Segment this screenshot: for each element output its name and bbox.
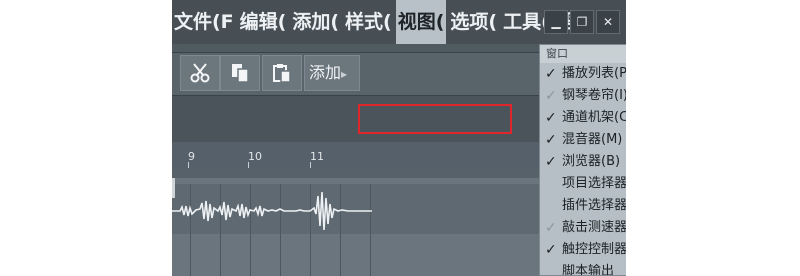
menu-item-browser[interactable]: ✓浏览器(B)Alt+F8 — [540, 151, 626, 173]
menu-item-mixer[interactable]: ✓混音器(M)F9 — [540, 129, 626, 151]
paste-button[interactable] — [262, 55, 302, 91]
checkmark-icon: ✓ — [545, 132, 557, 148]
menu-item-label: 钢琴卷帘(I) — [562, 88, 626, 103]
menu-item-label: 通道机架(C) — [562, 110, 626, 125]
paste-icon — [273, 64, 291, 83]
menu-item-label: 浏览器(B) — [562, 154, 621, 169]
menu-item-plugin-picker[interactable]: 插件选择器F8 — [540, 195, 626, 217]
maximize-button[interactable]: ❐ — [570, 10, 594, 34]
menu-item-label: 插件选择器 — [562, 198, 626, 213]
checkmark-icon: ✓ — [545, 154, 557, 170]
menu-item-project-picker[interactable]: 项目选择器Ctrl+F8 — [540, 173, 626, 195]
menu-item-label: 触控控制器 — [562, 242, 626, 257]
menu-item-tap-tempo[interactable]: ✓敲击测速器(T)Ctrl+F5 — [540, 217, 626, 239]
menu-add[interactable]: 添加( — [290, 0, 341, 44]
close-button[interactable]: ✕ — [596, 10, 620, 34]
ruler-tick-label: 9 — [188, 150, 195, 163]
ruler-tick-label: 11 — [310, 150, 324, 163]
menu-item-label: 混音器(M) — [562, 132, 623, 147]
fl-studio-window: 文件(F 编辑( 添加( 样式( 视图( 选项( 工具( 帮 ▁ ❐ ✕ — [172, 0, 626, 276]
menu-item-label: 播放列表(P) — [562, 66, 626, 81]
menu-patterns[interactable]: 样式( — [343, 0, 394, 44]
scissors-icon — [190, 63, 210, 83]
checkmark-icon: ✓ — [545, 242, 557, 258]
view-dropdown-menu: 窗口 ✓播放列表(P)F5✓钢琴卷帘(I)F7✓通道机架(C)F6✓混音器(M)… — [539, 44, 626, 276]
copy-icon — [232, 64, 249, 83]
audio-waveform — [172, 191, 372, 231]
add-button[interactable]: 添加▸ — [304, 55, 360, 91]
menu-item-label: 项目选择器 — [562, 176, 626, 191]
menu-item-channel-rack[interactable]: ✓通道机架(C)F6 — [540, 107, 626, 129]
add-arrow-icon: ▸ — [341, 67, 348, 81]
menu-file[interactable]: 文件(F — [172, 0, 236, 44]
menu-item-playlist[interactable]: ✓播放列表(P)F5 — [540, 63, 626, 85]
menu-item-touch-controller[interactable]: ✓触控控制器Alt+F7 — [540, 239, 626, 261]
checkmark-icon: ✓ — [545, 110, 557, 126]
menu-section-header: 窗口 — [540, 45, 626, 63]
ruler-tick-label: 10 — [248, 150, 262, 163]
copy-button[interactable] — [220, 55, 260, 91]
add-button-label: 添加 — [309, 63, 342, 82]
menu-edit[interactable]: 编辑( — [238, 0, 289, 44]
window-controls: ▁ ❐ ✕ — [544, 10, 620, 34]
checkmark-icon: ✓ — [545, 66, 557, 82]
checkmark-icon: ✓ — [545, 220, 557, 236]
menu-item-piano-roll[interactable]: ✓钢琴卷帘(I)F7 — [540, 85, 626, 107]
menu-item-label: 敲击测速器(T) — [562, 220, 626, 235]
minimize-button[interactable]: ▁ — [544, 10, 568, 34]
menu-options[interactable]: 选项( — [448, 0, 499, 44]
menu-view[interactable]: 视图( — [395, 0, 447, 44]
checkmark-icon: ✓ — [545, 88, 557, 104]
cut-button[interactable] — [180, 55, 220, 91]
menu-item-label: 脚本输出 — [562, 264, 615, 276]
menu-item-script-output[interactable]: 脚本输出 — [540, 261, 626, 276]
